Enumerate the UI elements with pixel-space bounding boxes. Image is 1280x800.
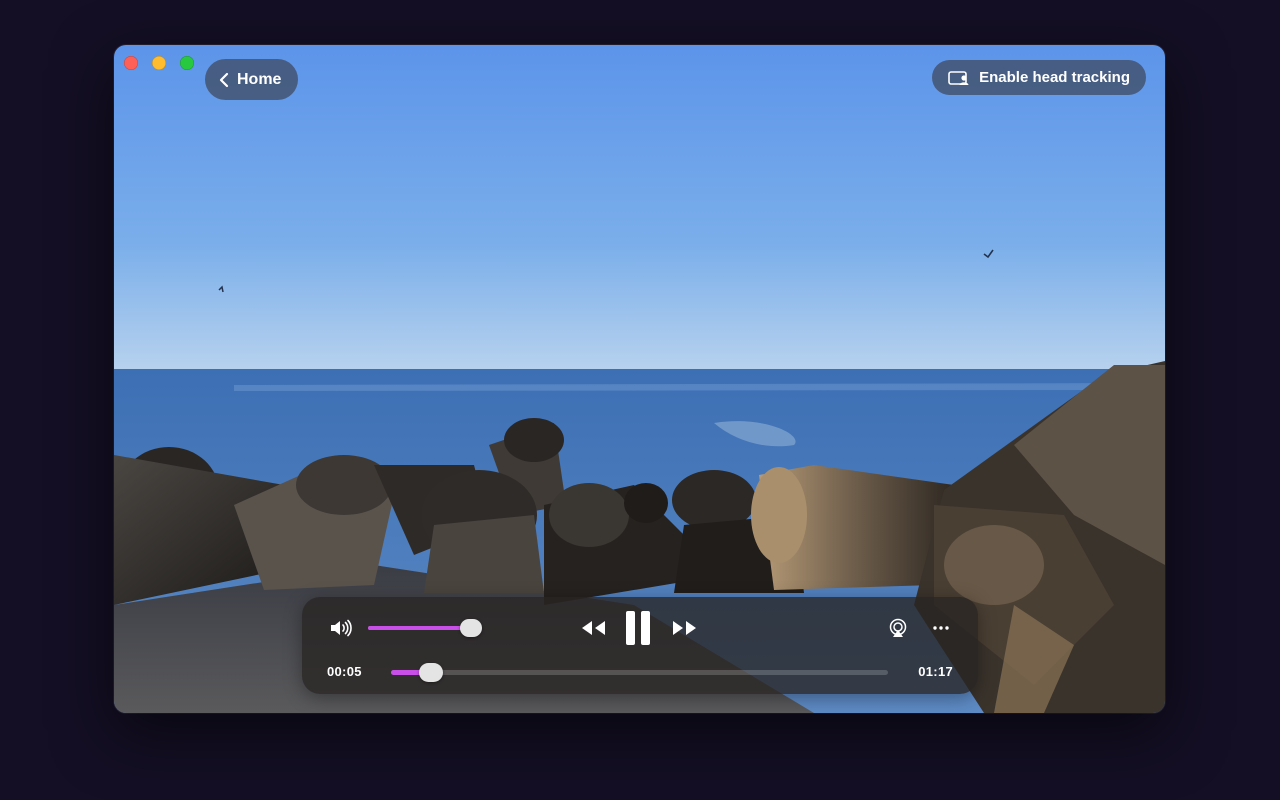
total-time: 01:17 <box>918 664 953 679</box>
rewind-icon[interactable] <box>578 615 608 641</box>
fast-forward-icon[interactable] <box>670 615 700 641</box>
close-window-button[interactable] <box>124 56 138 70</box>
home-button[interactable]: Home <box>205 59 299 100</box>
player-window: Home Enable head tracking 00:05 01:17 <box>114 45 1165 713</box>
more-icon[interactable] <box>930 617 952 639</box>
volume-knob[interactable] <box>459 619 482 637</box>
chevron-left-icon <box>219 72 229 87</box>
head-tracking-label: Enable head tracking <box>979 69 1130 86</box>
head-tracking-icon <box>948 70 969 85</box>
progress-knob[interactable] <box>418 663 443 682</box>
playback-controls: 00:05 01:17 <box>302 597 978 694</box>
pause-icon[interactable] <box>624 609 652 647</box>
zoom-window-button[interactable] <box>180 56 194 70</box>
current-time: 00:05 <box>327 664 362 679</box>
home-button-label: Home <box>237 70 282 88</box>
enable-head-tracking-button[interactable]: Enable head tracking <box>932 60 1146 95</box>
volume-slider[interactable] <box>368 619 482 637</box>
progress-slider[interactable] <box>391 663 888 682</box>
minimize-window-button[interactable] <box>152 56 166 70</box>
airplay-icon[interactable] <box>887 617 909 639</box>
window-controls <box>124 56 194 70</box>
speaker-icon[interactable] <box>329 617 353 639</box>
volume-level <box>368 626 471 630</box>
